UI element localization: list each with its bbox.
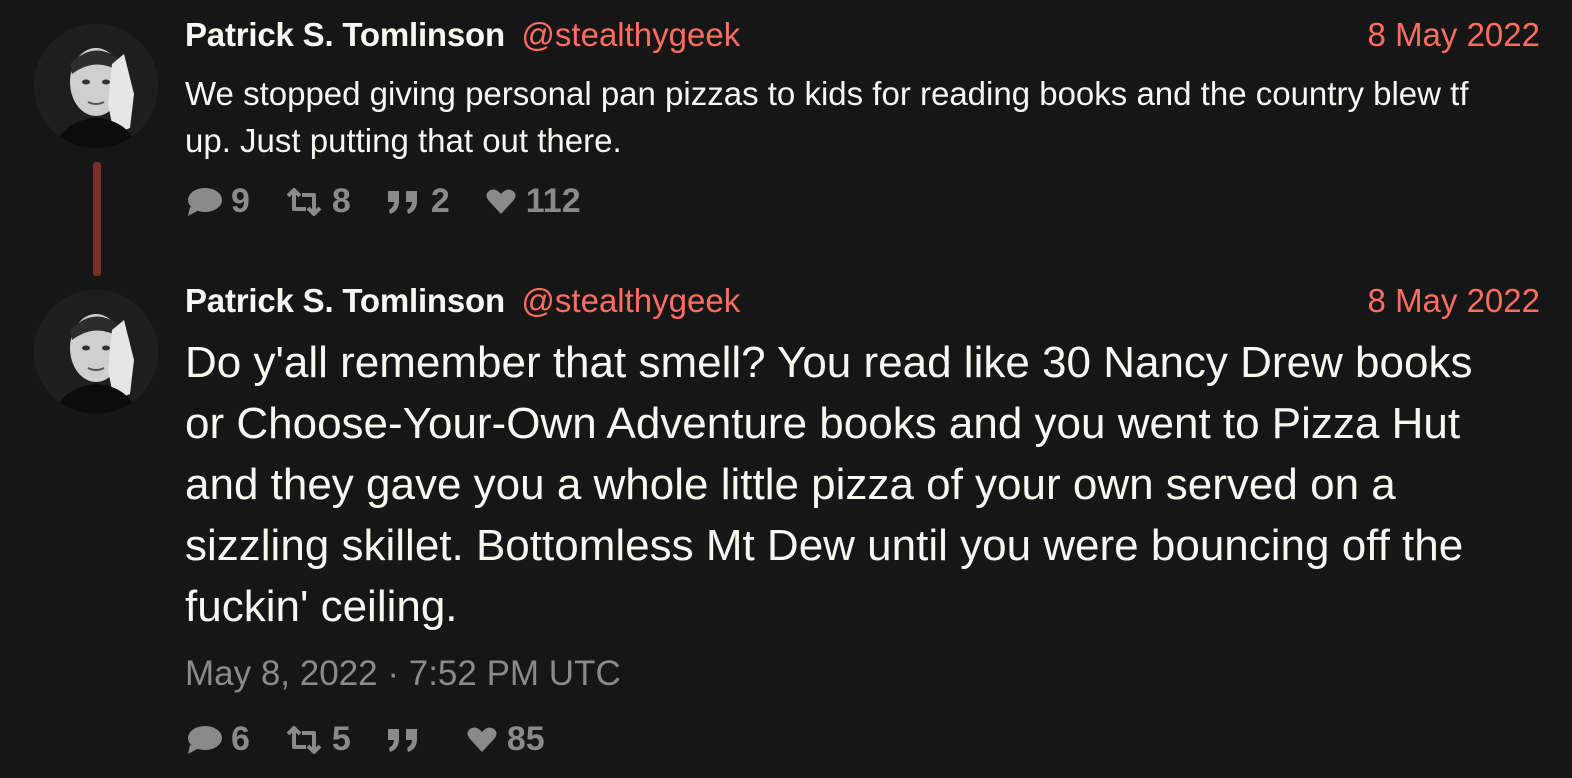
quote-icon — [387, 190, 417, 214]
like-count: 112 — [525, 182, 581, 220]
username[interactable]: @stealthygeek — [521, 16, 740, 53]
reply-stat: 9 — [185, 182, 250, 221]
tweet-published-date[interactable]: May 8, 2022 · 7:52 PM UTC — [185, 654, 621, 694]
fullname[interactable]: Patrick S. Tomlinson — [185, 16, 505, 53]
heart-icon — [467, 727, 497, 752]
like-count: 85 — [506, 720, 545, 758]
quote-stat: 2 — [385, 182, 450, 221]
retweet-count: 8 — [331, 182, 351, 220]
quote-count: 2 — [430, 182, 450, 220]
reply-count: 9 — [231, 182, 250, 220]
retweet-icon — [286, 725, 322, 754]
avatar[interactable] — [34, 290, 158, 414]
quote-stat — [385, 725, 431, 755]
tweet-date[interactable]: 8 May 2022 — [1368, 282, 1540, 320]
username[interactable]: @stealthygeek — [521, 282, 740, 319]
retweet-count: 5 — [331, 720, 351, 758]
tweet-date[interactable]: 8 May 2022 — [1368, 16, 1540, 54]
tweet: Patrick S. Tomlinson @stealthygeek 8 May… — [0, 0, 1572, 276]
avatar[interactable] — [34, 24, 158, 148]
tweet-stats: 9 8 2 112 — [185, 182, 615, 221]
thread-line — [93, 162, 101, 276]
reply-stat: 6 — [185, 720, 250, 759]
tweet-header: Patrick S. Tomlinson @stealthygeek 8 May… — [185, 16, 1540, 56]
avatar-photo-icon — [34, 290, 158, 414]
fullname[interactable]: Patrick S. Tomlinson — [185, 282, 505, 319]
comment-icon — [188, 725, 222, 754]
retweet-stat: 8 — [284, 182, 351, 221]
quote-icon — [387, 728, 417, 752]
tweet-header: Patrick S. Tomlinson @stealthygeek 8 May… — [185, 282, 1540, 322]
avatar-photo-icon — [34, 24, 158, 148]
reply-count: 6 — [231, 720, 250, 758]
heart-icon — [486, 189, 516, 214]
like-stat: 112 — [484, 182, 581, 221]
like-stat: 85 — [465, 720, 545, 759]
tweet-content: We stopped giving personal pan pizzas to… — [185, 75, 1469, 159]
tweet-content: Do y'all remember that smell? You read l… — [185, 338, 1473, 631]
comment-icon — [188, 187, 222, 216]
tweet: Patrick S. Tomlinson @stealthygeek 8 May… — [0, 270, 1572, 778]
retweet-icon — [286, 187, 322, 216]
retweet-stat: 5 — [284, 720, 351, 759]
tweet-stats: 6 5 85 — [185, 720, 579, 759]
